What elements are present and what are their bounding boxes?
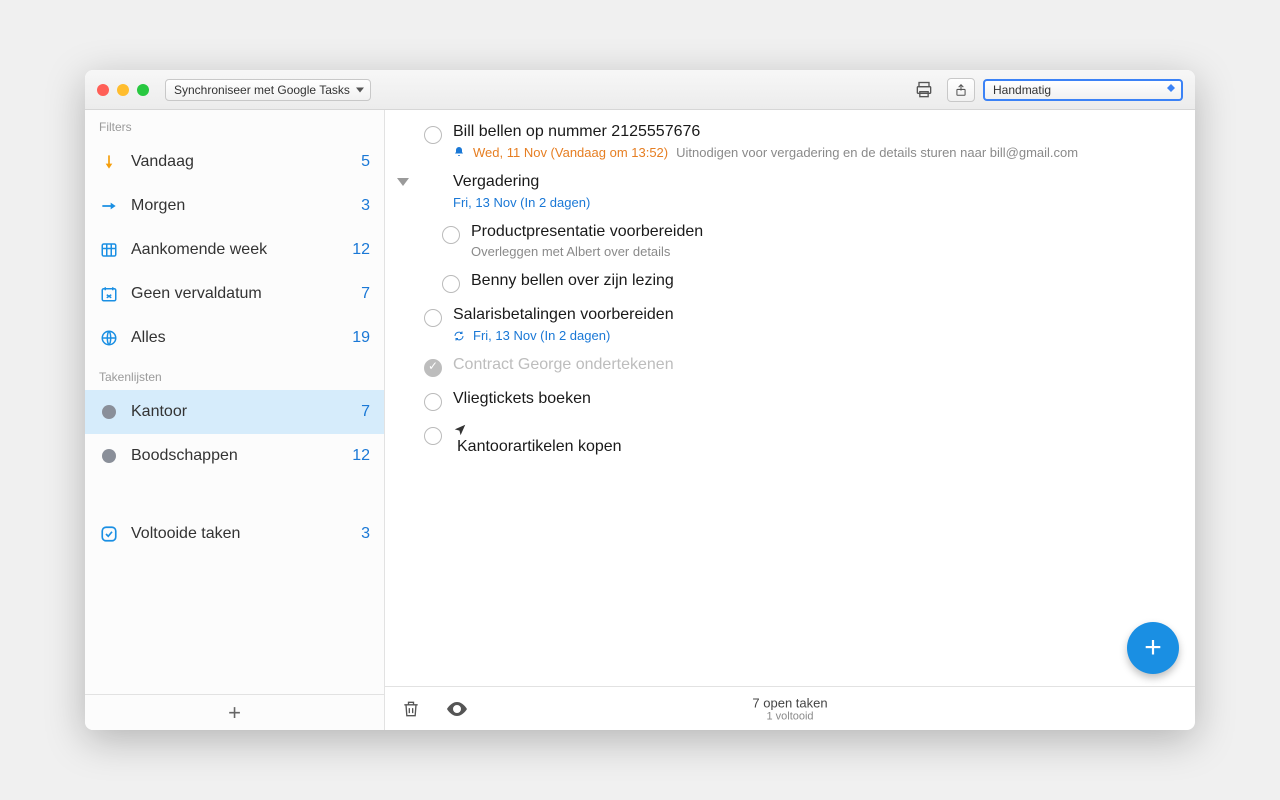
check-square-icon — [99, 524, 119, 544]
task-due: Fri, 13 Nov (In 2 dagen) — [473, 328, 610, 343]
task-note: Uitnodigen voor vergadering en de detail… — [676, 145, 1078, 160]
task-title: Bill bellen op nummer 2125557676 — [453, 122, 1179, 143]
filter-label: Vandaag — [131, 153, 194, 171]
list-dot-icon — [102, 405, 116, 419]
task-title: Benny bellen over zijn lezing — [471, 271, 1179, 292]
done-count: 1 voltooid — [752, 710, 827, 722]
task-list: Bill bellen op nummer 2125557676 Wed, 11… — [385, 110, 1195, 686]
add-list-button[interactable]: + — [85, 694, 384, 730]
task-due: Fri, 13 Nov (In 2 dagen) — [453, 195, 590, 210]
task-note: Overleggen met Albert over details — [471, 244, 670, 259]
task-checkbox[interactable] — [424, 126, 442, 144]
filter-label: Geen vervaldatum — [131, 285, 262, 303]
filter-label: Alles — [131, 329, 166, 347]
main-pane: Bill bellen op nummer 2125557676 Wed, 11… — [385, 110, 1195, 730]
task-title: Vliegtickets boeken — [453, 389, 1179, 410]
task-checkbox[interactable] — [442, 226, 460, 244]
list-dot-icon — [102, 449, 116, 463]
arrow-right-icon — [99, 196, 119, 216]
arrow-down-icon — [99, 152, 119, 172]
task-row[interactable]: Vliegtickets boeken — [385, 383, 1195, 417]
filter-all[interactable]: Alles 19 — [85, 316, 384, 360]
list-count: 12 — [352, 447, 370, 465]
calendar-x-icon — [99, 284, 119, 304]
chevron-down-icon[interactable] — [397, 178, 409, 186]
task-checkbox[interactable] — [424, 359, 442, 377]
task-checkbox[interactable] — [424, 427, 442, 445]
filter-label: Morgen — [131, 197, 185, 215]
mode-select-label: Handmatig — [993, 83, 1051, 97]
task-row[interactable]: Bill bellen op nummer 2125557676 Wed, 11… — [385, 116, 1195, 166]
filter-today[interactable]: Vandaag 5 — [85, 140, 384, 184]
task-title: Salarisbetalingen voorbereiden — [453, 305, 1179, 326]
zoom-icon[interactable] — [137, 84, 149, 96]
close-icon[interactable] — [97, 84, 109, 96]
main-footer: 7 open taken 1 voltooid — [385, 686, 1195, 730]
location-arrow-icon — [453, 423, 1179, 437]
plus-icon: + — [228, 700, 241, 726]
sync-dropdown[interactable]: Synchroniseer met Google Tasks — [165, 79, 371, 101]
task-checkbox[interactable] — [424, 393, 442, 411]
grid-icon — [99, 240, 119, 260]
minimize-icon[interactable] — [117, 84, 129, 96]
plus-icon: + — [1144, 631, 1162, 665]
sync-dropdown-label: Synchroniseer met Google Tasks — [174, 83, 350, 97]
mode-select[interactable]: Handmatig — [983, 79, 1183, 101]
task-group-row[interactable]: Vergadering Fri, 13 Nov (In 2 dagen) — [385, 166, 1195, 216]
filter-no-due-date[interactable]: Geen vervaldatum 7 — [85, 272, 384, 316]
subtask-row[interactable]: Productpresentatie voorbereiden Overlegg… — [385, 216, 1195, 266]
list-label: Kantoor — [131, 403, 187, 421]
filter-upcoming-week[interactable]: Aankomende week 12 — [85, 228, 384, 272]
subtask-row[interactable]: Benny bellen over zijn lezing — [385, 265, 1195, 299]
repeat-icon — [453, 330, 465, 342]
completed-count: 3 — [361, 525, 370, 543]
task-title: Vergadering — [453, 172, 1179, 193]
task-title: Contract George ondertekenen — [453, 355, 1179, 376]
open-count: 7 open taken — [752, 695, 827, 710]
completed-label: Voltooide taken — [131, 525, 240, 543]
task-row[interactable]: Kantoorartikelen kopen — [385, 417, 1195, 464]
list-boodschappen[interactable]: Boodschappen 12 — [85, 434, 384, 478]
list-label: Boodschappen — [131, 447, 238, 465]
share-button[interactable] — [947, 78, 975, 102]
task-checkbox[interactable] — [424, 309, 442, 327]
lists-header: Takenlijsten — [85, 360, 384, 390]
filter-tomorrow[interactable]: Morgen 3 — [85, 184, 384, 228]
task-checkbox[interactable] — [442, 275, 460, 293]
title-bar: Synchroniseer met Google Tasks Handmatig — [85, 70, 1195, 110]
task-row[interactable]: Contract George ondertekenen — [385, 349, 1195, 383]
task-title: Productpresentatie voorbereiden — [471, 222, 1179, 243]
completed-tasks[interactable]: Voltooide taken 3 — [85, 512, 384, 556]
bell-icon — [453, 146, 465, 158]
filter-label: Aankomende week — [131, 241, 267, 259]
filter-count: 3 — [361, 197, 370, 215]
filter-count: 12 — [352, 241, 370, 259]
sidebar: Filters Vandaag 5 Morgen 3 Aankomende — [85, 110, 385, 730]
window-controls — [97, 84, 149, 96]
eye-icon[interactable] — [445, 697, 469, 721]
task-title: Kantoorartikelen kopen — [453, 423, 1179, 458]
globe-icon — [99, 328, 119, 348]
footer-status: 7 open taken 1 voltooid — [752, 695, 827, 722]
print-icon[interactable] — [909, 80, 939, 100]
trash-icon[interactable] — [401, 699, 421, 719]
filter-count: 19 — [352, 329, 370, 347]
filter-count: 7 — [361, 285, 370, 303]
filters-header: Filters — [85, 110, 384, 140]
filter-count: 5 — [361, 153, 370, 171]
list-count: 7 — [361, 403, 370, 421]
list-kantoor[interactable]: Kantoor 7 — [85, 390, 384, 434]
app-window: Synchroniseer met Google Tasks Handmatig… — [85, 70, 1195, 730]
task-due: Wed, 11 Nov (Vandaag om 13:52) — [473, 145, 668, 160]
task-row[interactable]: Salarisbetalingen voorbereiden Fri, 13 N… — [385, 299, 1195, 349]
add-task-fab[interactable]: + — [1127, 622, 1179, 674]
